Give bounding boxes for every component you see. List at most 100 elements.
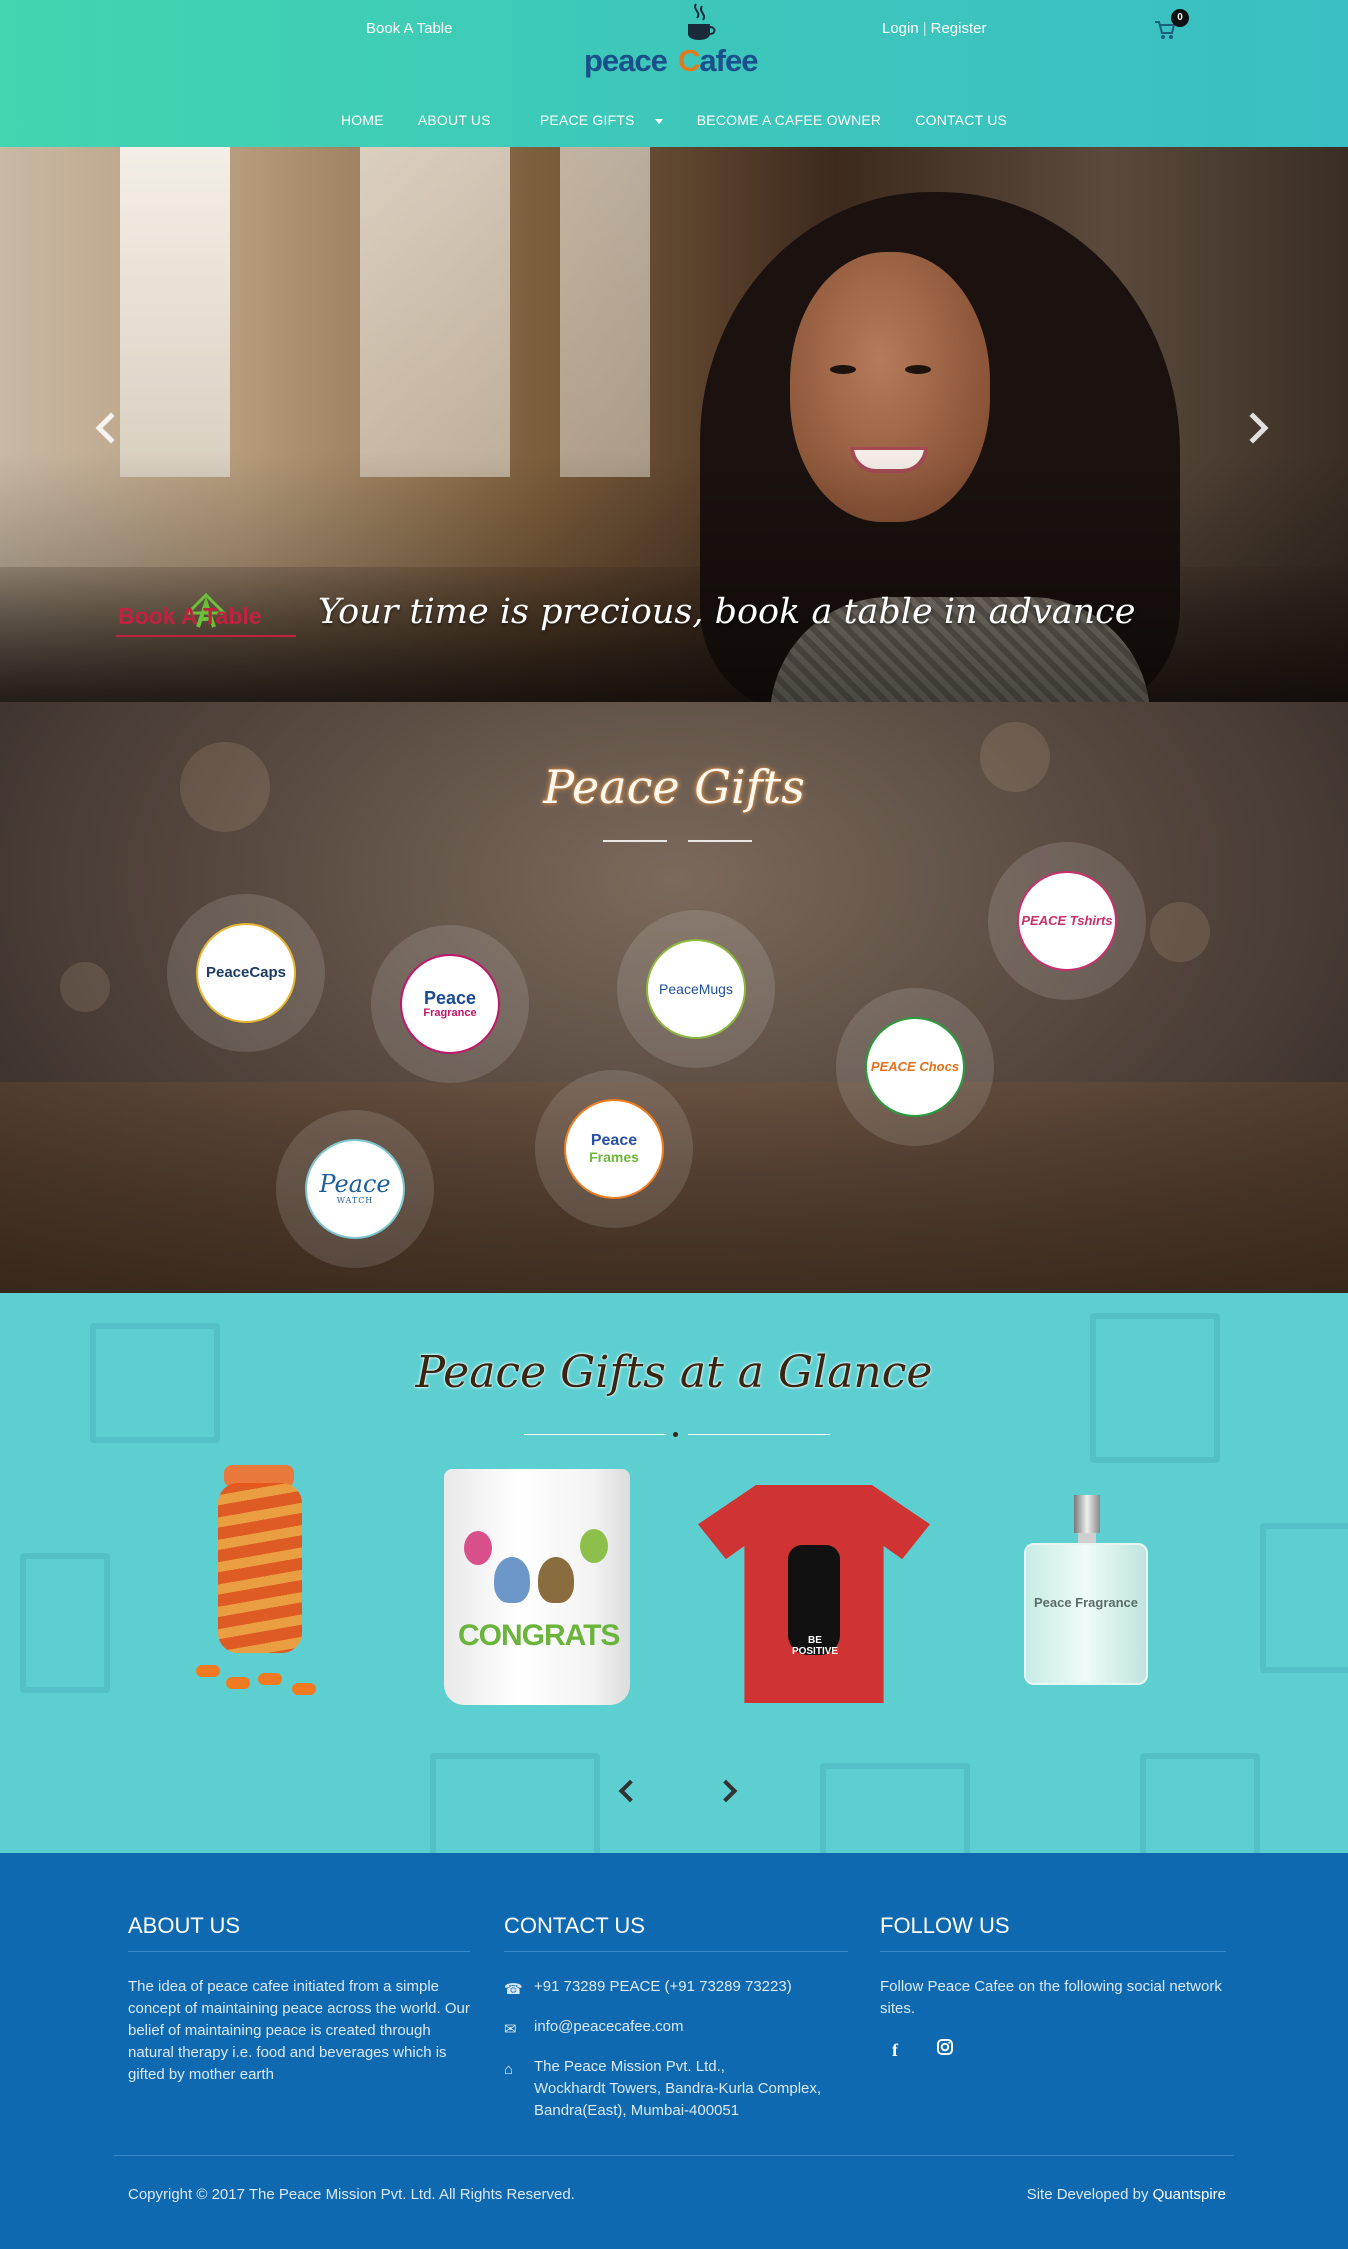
brand-peace-mugs[interactable]: PeaceMugs [617,910,775,1068]
brand-peace-frames[interactable]: Peace Frames [535,1070,693,1228]
gift-box-pattern [20,1553,110,1693]
copyright-text: Copyright © 2017 The Peace Mission Pvt. … [128,2186,575,2203]
tshirt-text: BE POSITIVE [791,1635,839,1657]
book-a-table-logo-text: Book A Table [118,603,262,629]
footer-follow-heading: FOLLOW US [880,1913,1226,1952]
footer-contact: CONTACT US ☎ +91 73289 PEACE (+91 73289 … [504,1913,848,2122]
contact-email-text[interactable]: info@peacecafee.com [534,2018,683,2035]
glance-prev-arrow-icon[interactable] [618,1779,642,1803]
perfume-label: Peace Fragrance [1033,1595,1139,1610]
footer-divider [114,2155,1234,2156]
nav-about-us[interactable]: ABOUT US [418,112,491,128]
contact-email: ✉ info@peacecafee.com [504,2016,848,2038]
candy [226,1677,250,1689]
cart-count-badge: 0 [1171,9,1189,27]
footer-contact-heading: CONTACT US [504,1913,848,1952]
footer-about-heading: ABOUT US [128,1913,470,1952]
jar-body [218,1483,302,1653]
brand-peace-chocs[interactable]: PEACE Chocs [836,988,994,1146]
home-icon: ⌂ [504,2061,514,2078]
auth-separator: | [922,20,927,37]
candy [258,1673,282,1685]
gift-box-pattern [820,1763,970,1853]
brand-peace-chocs-logo: PEACE Chocs [865,1017,965,1117]
brand-peace-watch-logo: Peace WATCH [305,1139,405,1239]
perfume-cap [1074,1495,1100,1533]
nav-contact-us[interactable]: CONTACT US [915,112,1007,128]
brand-peace-caps[interactable]: PeaceCaps [167,894,325,1052]
logo-word-peace: peace [584,43,668,78]
gift-box-pattern [1260,1523,1348,1673]
title-divider-left [603,840,667,842]
site-footer: ABOUT US The idea of peace cafee initiat… [0,1853,1348,2249]
contact-phone: ☎ +91 73289 PEACE (+91 73289 73223) [504,1976,848,1998]
peace-gifts-section: Peace Gifts PeaceCaps Peace Fragrance Pea… [0,702,1348,1293]
instagram-icon[interactable] [930,2038,960,2061]
gift-box-pattern [430,1753,600,1853]
balloon [464,1531,492,1565]
product-candy-jar[interactable] [196,1465,336,1705]
perfume-neck [1078,1533,1096,1543]
nav-become-cafee-owner[interactable]: BECOME A CAFEE OWNER [697,112,881,128]
footer-about: ABOUT US The idea of peace cafee initiat… [128,1913,470,2086]
site-logo[interactable]: peace Cafee [582,2,772,78]
address-line-3: Bandra(East), Mumbai-400051 [534,2102,740,2119]
gift-box-pattern [1140,1753,1260,1853]
perfume-bottle [1024,1543,1148,1685]
brand-peace-fragrance[interactable]: Peace Fragrance [371,925,529,1083]
owl-illustration [538,1557,574,1603]
product-be-positive-tshirt[interactable]: BE POSITIVE [698,1485,930,1703]
peace-gifts-title: Peace Gifts [543,760,805,814]
mug-text: CONGRATS [458,1619,620,1652]
mug-body [444,1469,630,1705]
facebook-icon[interactable]: f [880,2040,910,2061]
gifts-glance-section: Peace Gifts at a Glance CONGRATS BE POSI… [0,1293,1348,1853]
brand-peace-caps-logo: PeaceCaps [196,923,296,1023]
main-nav: HOME ABOUT US PEACE GIFTS BECOME A CAFEE… [0,112,1348,128]
footer-follow-text: Follow Peace Cafee on the following soci… [880,1978,1222,2017]
owl-illustration [494,1557,530,1603]
book-a-table-link[interactable]: Book A Table [366,20,452,37]
bokeh-light [60,962,110,1012]
book-a-table-logo[interactable]: Book A Table [116,593,296,643]
coffee-cup-icon [688,3,716,40]
candy [292,1683,316,1695]
product-peace-fragrance-bottle[interactable]: Peace Fragrance [1018,1495,1158,1690]
address-line-1: The Peace Mission Pvt. Ltd., [534,2058,725,2075]
glance-next-arrow-icon[interactable] [714,1779,738,1803]
nav-home[interactable]: HOME [341,112,384,128]
developer-link[interactable]: Quantspire [1153,2186,1226,2203]
balloon [580,1529,608,1563]
login-link[interactable]: Login [882,20,919,37]
footer-follow: FOLLOW US Follow Peace Cafee on the foll… [880,1913,1226,2061]
contact-phone-text[interactable]: +91 73289 PEACE (+91 73289 73223) [534,1978,792,1995]
developer-credit: Site Developed by Quantspire [1026,2186,1226,2203]
logo-word-cafee: Cafee [678,43,758,78]
bokeh-light [1150,902,1210,962]
cart-button[interactable]: 0 [1154,9,1189,42]
envelope-icon: ✉ [504,2021,517,2038]
social-links: f [880,2038,1226,2061]
auth-links: Login | Register [882,20,986,37]
site-header: Book A Table peace Cafee Login | Register … [0,0,1348,147]
brand-peace-frames-logo: Peace Frames [564,1099,664,1199]
brand-peace-fragrance-logo: Peace Fragrance [400,954,500,1054]
nav-peace-gifts[interactable]: PEACE GIFTS [525,112,663,128]
register-link[interactable]: Register [931,20,987,37]
hero-caption: Your time is precious, book a table in a… [318,592,1136,632]
candy [196,1665,220,1677]
title-divider-right [688,840,752,842]
brand-peace-watch[interactable]: Peace WATCH [276,1110,434,1268]
hero-carousel: Book A Table Your time is precious, book… [0,147,1348,702]
glance-title: Peace Gifts at a Glance [415,1347,933,1398]
contact-address: ⌂ The Peace Mission Pvt. Ltd., Wockhardt… [504,2056,848,2122]
caret-down-icon [654,118,663,124]
brand-peace-tshirts[interactable]: PEACE Tshirts [988,842,1146,1000]
address-line-2: Wockhardt Towers, Bandra-Kurla Complex, [534,2080,822,2097]
glance-divider-left [524,1434,666,1435]
phone-icon: ☎ [504,1981,523,1998]
footer-about-text: The idea of peace cafee initiated from a… [128,1978,470,2083]
product-congrats-mug[interactable]: CONGRATS [444,1469,632,1705]
glance-divider-right [688,1434,830,1435]
glance-divider-dot [673,1432,678,1437]
